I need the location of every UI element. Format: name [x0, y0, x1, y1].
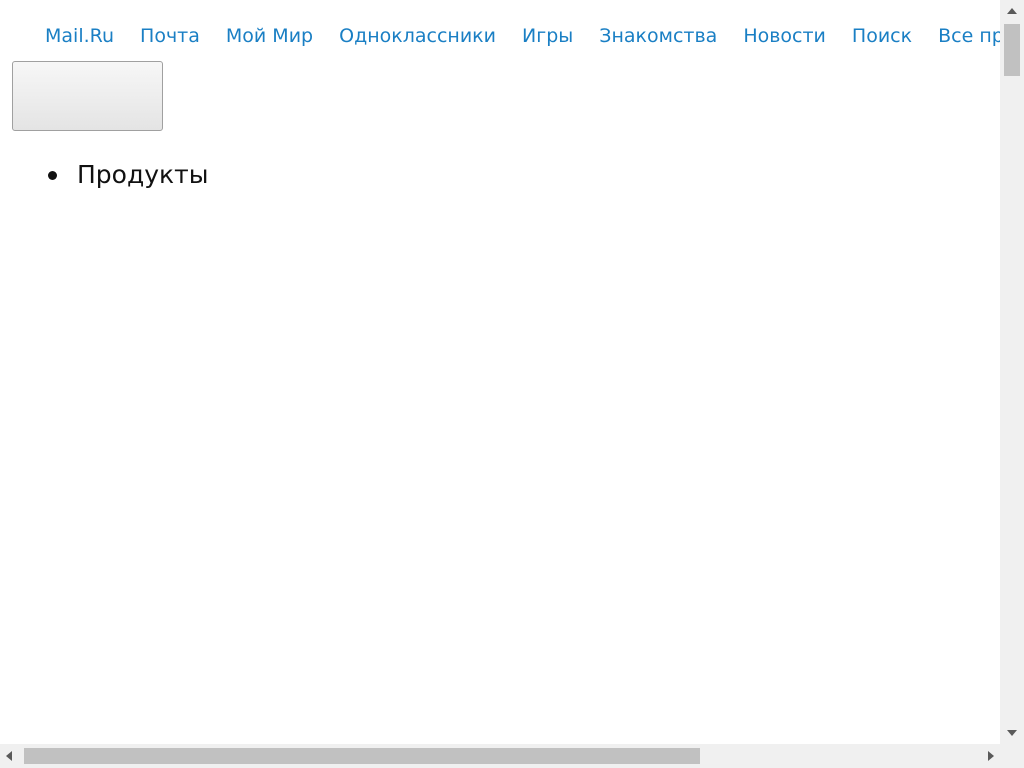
horizontal-scroll-thumb[interactable] — [24, 748, 700, 764]
nav-link-mailru[interactable]: Mail.Ru — [45, 24, 114, 48]
nav-link-novosti[interactable]: Новости — [743, 24, 826, 48]
scrollbar-corner — [1000, 744, 1024, 768]
portal-nav: Mail.Ru Почта Мой Мир Одноклассники Игры Знак… — [45, 24, 1000, 48]
scroll-left-button[interactable] — [0, 744, 20, 768]
arrow-right-icon — [988, 751, 994, 761]
blank-button[interactable] — [12, 61, 163, 131]
vertical-scroll-thumb[interactable] — [1004, 24, 1020, 76]
list-item-label: Продукты — [77, 160, 209, 189]
nav-link-vse-proekty[interactable]: Все проекты — [938, 24, 1000, 48]
nav-link-poisk[interactable]: Поиск — [852, 24, 912, 48]
scroll-down-button[interactable] — [1000, 724, 1024, 744]
list-item[interactable]: Продукты — [48, 158, 209, 192]
arrow-up-icon — [1007, 8, 1017, 14]
products-list: Продукты — [0, 158, 208, 192]
nav-link-odnoklassniki[interactable]: Одноклассники — [339, 24, 496, 48]
arrow-left-icon — [6, 751, 12, 761]
nav-link-znakomstva[interactable]: Знакомства — [599, 24, 717, 48]
nav-link-moi-mir[interactable]: Мой Мир — [226, 24, 313, 48]
nav-link-pochta[interactable]: Почта — [140, 24, 200, 48]
horizontal-scrollbar[interactable] — [0, 744, 1000, 768]
arrow-down-icon — [1007, 730, 1017, 736]
vertical-scrollbar[interactable] — [1000, 0, 1024, 744]
page-viewport: Mail.Ru Почта Мой Мир Одноклассники Игры Знак… — [0, 0, 1000, 744]
scroll-right-button[interactable] — [980, 744, 1000, 768]
nav-link-igry[interactable]: Игры — [522, 24, 573, 48]
bullet-icon — [48, 171, 57, 180]
scroll-up-button[interactable] — [1000, 0, 1024, 20]
